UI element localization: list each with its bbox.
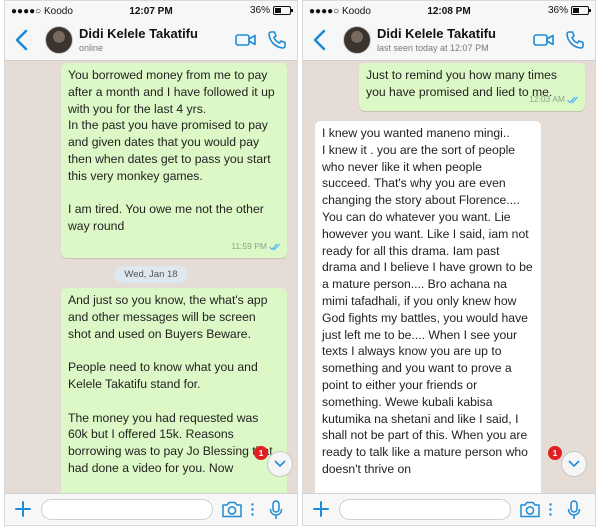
message-meta: 12:03 AM xyxy=(529,91,579,108)
back-chevron-icon[interactable] xyxy=(309,27,331,53)
message-time: 12:03 AM xyxy=(529,94,565,105)
right-phone-screen: ●●●●○ Koodo 12:08 PM 36% Didi Kelele Tak… xyxy=(302,0,596,526)
battery-percent: 36% xyxy=(547,5,568,16)
battery-icon xyxy=(273,6,293,15)
composer-bar xyxy=(303,493,595,525)
phone-call-icon[interactable] xyxy=(565,30,585,50)
attach-plus-icon[interactable] xyxy=(311,499,331,519)
unread-count-badge: 1 xyxy=(548,446,562,460)
battery-percent: 36% xyxy=(249,5,270,16)
message-bubble[interactable]: You borrowed money from me to pay after … xyxy=(61,63,287,258)
composer-bar xyxy=(5,493,297,525)
camera-icon[interactable] xyxy=(221,501,243,518)
scroll-to-bottom-button[interactable] xyxy=(267,451,293,477)
battery-icon xyxy=(571,6,591,15)
contact-name[interactable]: Didi Kelele Takatifu xyxy=(79,26,198,41)
camera-icon[interactable] xyxy=(519,501,541,518)
scroll-to-bottom-button[interactable] xyxy=(561,451,587,477)
chevron-down-icon xyxy=(568,460,580,468)
message-time: 11:59 PM xyxy=(231,241,267,252)
message-text: You borrowed money from me to pay after … xyxy=(68,68,275,234)
message-list[interactable]: You borrowed money from me to pay after … xyxy=(5,62,297,493)
message-bubble[interactable]: And just so you know, the what's app and… xyxy=(61,288,287,493)
microphone-icon[interactable] xyxy=(567,500,581,520)
video-call-icon[interactable] xyxy=(533,32,555,48)
contact-name[interactable]: Didi Kelele Takatifu xyxy=(377,26,496,41)
more-dots-icon[interactable] xyxy=(251,503,254,516)
avatar[interactable] xyxy=(45,26,73,54)
message-list[interactable]: Just to remind you how many times you ha… xyxy=(303,62,595,493)
battery-indicator: 36% xyxy=(249,5,293,16)
chat-header: Didi Kelele Takatifu last seen today at … xyxy=(303,21,595,61)
message-input[interactable] xyxy=(339,499,511,520)
message-text: I knew you wanted maneno mingi.. I knew … xyxy=(322,126,533,476)
read-receipt-icon xyxy=(567,96,578,103)
message-bubble[interactable]: I knew you wanted maneno mingi.. I knew … xyxy=(315,121,541,493)
chevron-down-icon xyxy=(274,460,286,468)
unread-count-badge: 1 xyxy=(254,446,268,460)
microphone-icon[interactable] xyxy=(269,500,283,520)
date-separator: Wed, Jan 18 xyxy=(114,266,188,283)
contact-status: online xyxy=(79,43,104,53)
message-text: And just so you know, the what's app and… xyxy=(68,293,273,475)
status-bar: ●●●●○ Koodo 12:08 PM 36% xyxy=(303,1,595,21)
avatar[interactable] xyxy=(343,26,371,54)
message-input[interactable] xyxy=(41,499,213,520)
message-bubble[interactable]: Just to remind you how many times you ha… xyxy=(359,63,585,111)
phone-call-icon[interactable] xyxy=(267,30,287,50)
chat-header: Didi Kelele Takatifu online xyxy=(5,21,297,61)
contact-status: last seen today at 12:07 PM xyxy=(377,43,489,53)
status-bar: ●●●●○ Koodo 12:07 PM 36% xyxy=(5,1,297,21)
left-phone-screen: ●●●●○ Koodo 12:07 PM 36% Didi Kelele Tak… xyxy=(4,0,298,526)
battery-indicator: 36% xyxy=(547,5,591,16)
attach-plus-icon[interactable] xyxy=(13,499,33,519)
message-meta: 11:59 PM xyxy=(231,238,281,255)
more-dots-icon[interactable] xyxy=(549,503,552,516)
back-chevron-icon[interactable] xyxy=(11,27,33,53)
video-call-icon[interactable] xyxy=(235,32,257,48)
read-receipt-icon xyxy=(269,243,280,250)
